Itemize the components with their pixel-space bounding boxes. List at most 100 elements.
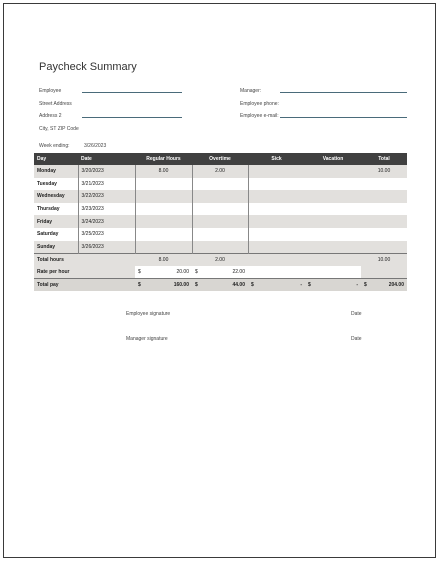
total-cell (361, 190, 407, 203)
employee-label: Employee (39, 88, 62, 94)
page-title: Paycheck Summary (39, 61, 137, 73)
overtime-cell[interactable] (192, 202, 249, 216)
day-cell: Tuesday (34, 177, 79, 191)
regular-cell[interactable] (135, 240, 193, 254)
week-ending-value[interactable]: 3/26/2023 (84, 143, 106, 149)
vacation-cell[interactable] (305, 228, 361, 241)
manager-signature-label: Manager signature (126, 336, 168, 342)
total-sick (248, 252, 305, 266)
employee-date-label: Date (351, 311, 362, 317)
total-cell (361, 215, 407, 228)
date-cell[interactable]: 3/22/2023 (78, 190, 136, 203)
address2-label: Address 2 (39, 113, 62, 119)
table-row: Wednesday 3/22/2023 (34, 190, 407, 203)
sick-cell[interactable] (248, 240, 305, 254)
col-sick: Sick (248, 153, 305, 165)
table-row: Sunday 3/26/2023 (34, 240, 407, 254)
col-vacation: Vacation (305, 153, 361, 165)
pay-vacation: $ - (305, 277, 361, 291)
currency-symbol: $ (138, 268, 141, 275)
col-total: Total (361, 153, 407, 165)
date-cell[interactable]: 3/26/2023 (78, 240, 136, 254)
rate-sick[interactable] (248, 265, 305, 279)
pay-overtime: $44.00 (192, 277, 248, 291)
rate-overtime[interactable]: $22.00 (192, 265, 248, 279)
total-cell (361, 240, 407, 254)
total-overtime: 2.00 (192, 252, 248, 266)
col-date: Date (78, 153, 135, 165)
vacation-cell[interactable] (305, 178, 361, 191)
hours-table: Day Date Regular Hours Overtime Sick Vac… (34, 153, 407, 291)
table-header: Day Date Regular Hours Overtime Sick Vac… (34, 153, 407, 165)
date-cell[interactable]: 3/20/2023 (78, 165, 136, 178)
email-label: Employee e-mail: (240, 113, 279, 119)
table-row: Saturday 3/25/2023 (34, 227, 407, 241)
regular-cell[interactable] (135, 215, 193, 228)
rate-vacation[interactable] (305, 265, 361, 279)
rate-label: Rate per hour (34, 265, 135, 279)
pay-sick-value: - (300, 281, 302, 288)
date-cell[interactable]: 3/24/2023 (78, 215, 136, 228)
table-row: Thursday 3/23/2023 (34, 202, 407, 216)
overtime-cell[interactable] (192, 215, 249, 228)
total-cell (361, 203, 407, 216)
regular-cell[interactable] (135, 190, 193, 203)
total-cell: 10.00 (361, 165, 407, 178)
city-label: City, ST ZIP Code (39, 126, 79, 132)
currency-symbol: $ (308, 281, 311, 288)
sick-cell[interactable] (248, 190, 305, 203)
currency-symbol: $ (195, 268, 198, 275)
email-field[interactable] (280, 117, 407, 118)
vacation-cell[interactable] (305, 165, 361, 178)
employee-signature-label: Employee signature (126, 311, 171, 317)
day-cell: Sunday (34, 240, 79, 254)
vacation-cell[interactable] (305, 203, 361, 216)
regular-cell[interactable] (135, 202, 193, 216)
manager-date-label: Date (351, 336, 362, 342)
rate-overtime-value[interactable]: 22.00 (232, 269, 245, 275)
currency-symbol: $ (195, 281, 198, 288)
rate-row: Rate per hour $20.00 $22.00 (34, 265, 407, 279)
street-label: Street Address (39, 101, 72, 107)
vacation-cell[interactable] (305, 190, 361, 203)
pay-overtime-value: 44.00 (232, 281, 245, 288)
address2-field[interactable] (82, 117, 182, 118)
employee-field[interactable] (82, 92, 182, 93)
sick-cell[interactable] (248, 203, 305, 216)
regular-cell[interactable]: 8.00 (135, 165, 193, 178)
currency-symbol: $ (364, 281, 367, 288)
sick-cell[interactable] (248, 228, 305, 241)
overtime-cell[interactable] (192, 227, 249, 241)
date-cell[interactable]: 3/25/2023 (78, 227, 136, 241)
rate-regular[interactable]: $20.00 (135, 265, 192, 279)
rate-total (361, 265, 407, 279)
pay-regular: $160.00 (135, 277, 192, 291)
regular-cell[interactable] (135, 227, 193, 241)
day-cell: Friday (34, 215, 79, 228)
regular-cell[interactable] (135, 177, 193, 191)
manager-field[interactable] (280, 92, 407, 93)
vacation-cell[interactable] (305, 240, 361, 254)
day-cell: Saturday (34, 227, 79, 241)
overtime-cell[interactable] (192, 240, 249, 254)
vacation-cell[interactable] (305, 215, 361, 228)
sick-cell[interactable] (248, 165, 305, 178)
manager-label: Manager: (240, 88, 262, 94)
overtime-cell[interactable]: 2.00 (192, 165, 249, 178)
col-day: Day (34, 153, 78, 165)
total-pay-label: Total pay (34, 277, 135, 291)
pay-vacation-value: - (356, 281, 358, 288)
rate-regular-value[interactable]: 20.00 (176, 269, 189, 275)
total-regular: 8.00 (135, 252, 192, 266)
sick-cell[interactable] (248, 178, 305, 191)
table-row: Tuesday 3/21/2023 (34, 177, 407, 191)
date-cell[interactable]: 3/21/2023 (78, 177, 136, 191)
overtime-cell[interactable] (192, 190, 249, 203)
date-cell[interactable]: 3/23/2023 (78, 202, 136, 216)
sick-cell[interactable] (248, 215, 305, 228)
pay-sick: $ - (248, 277, 305, 291)
currency-symbol: $ (138, 281, 141, 288)
table-row: Monday 3/20/2023 8.00 2.00 10.00 (34, 165, 407, 178)
day-cell: Wednesday (34, 190, 79, 203)
overtime-cell[interactable] (192, 177, 249, 191)
